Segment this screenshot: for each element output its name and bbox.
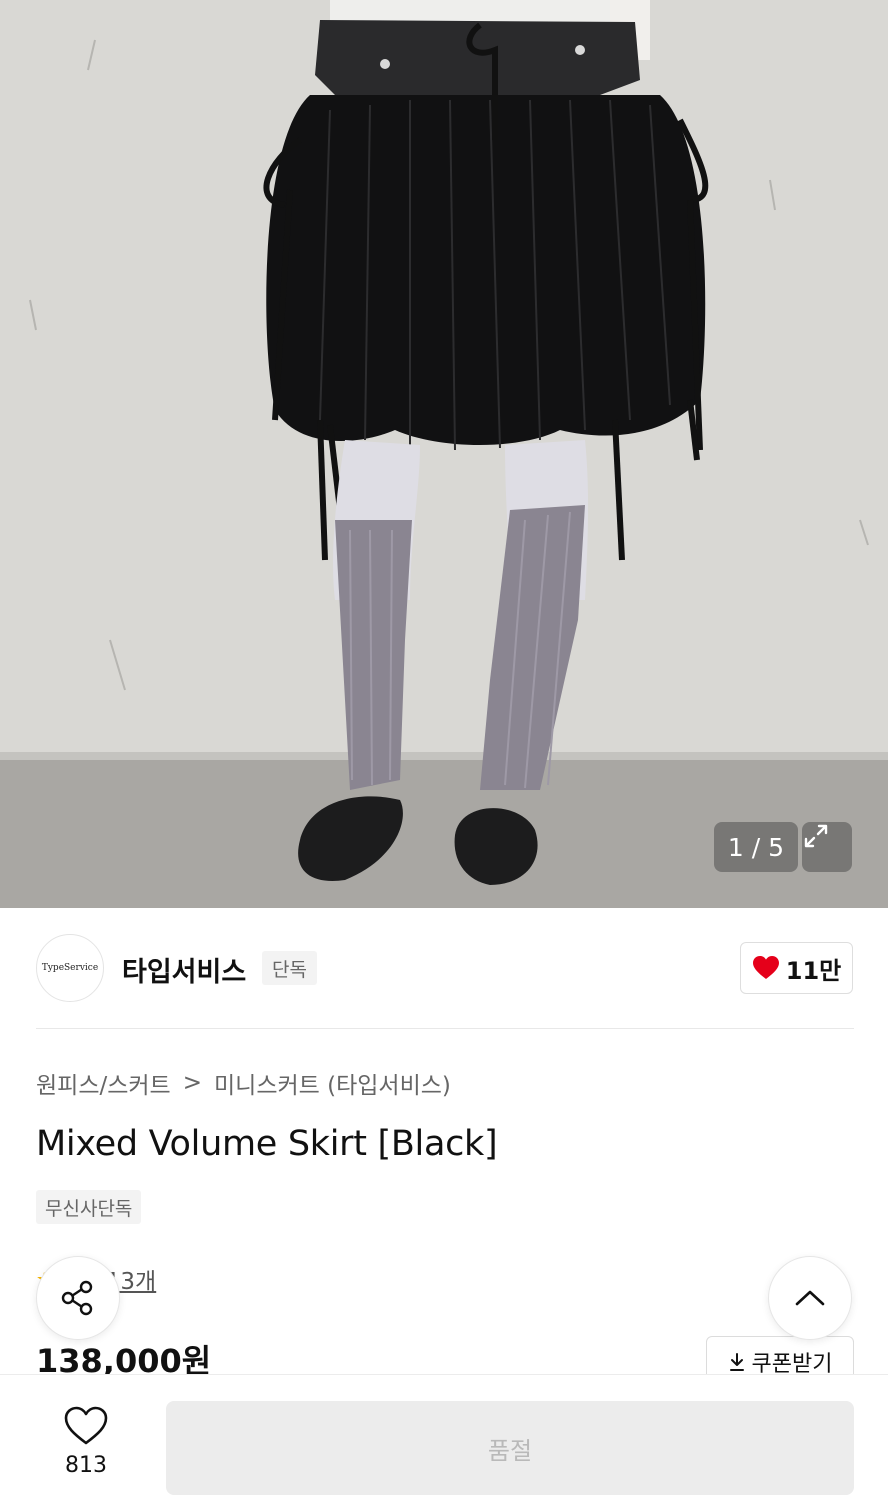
scroll-top-button[interactable] bbox=[768, 1256, 852, 1340]
breadcrumb-subcategory[interactable]: 미니스커트 (타입서비스) bbox=[214, 1066, 451, 1100]
product-image[interactable]: 1 / 5 bbox=[0, 0, 888, 908]
download-icon bbox=[729, 1353, 744, 1371]
exclusive-badge: 단독 bbox=[262, 951, 317, 985]
wishlist-count: 813 bbox=[65, 1453, 107, 1478]
brand-logo[interactable]: TypeService bbox=[36, 934, 104, 1002]
share-icon bbox=[61, 1280, 93, 1316]
expand-icon bbox=[804, 824, 828, 848]
product-photo-illustration bbox=[0, 0, 888, 908]
brand-like-count: 11만 bbox=[785, 956, 842, 985]
image-counter: 1 / 5 bbox=[714, 822, 798, 872]
soldout-button[interactable]: 품절 bbox=[166, 1401, 854, 1495]
brand-name[interactable]: 타입서비스 bbox=[122, 950, 246, 989]
breadcrumb-category[interactable]: 원피스/스커트 bbox=[36, 1066, 171, 1100]
share-button[interactable] bbox=[36, 1256, 120, 1340]
bottom-action-bar: 813 품절 bbox=[0, 1374, 888, 1500]
expand-button[interactable] bbox=[802, 822, 852, 872]
breadcrumb-separator: > bbox=[182, 1070, 202, 1096]
breadcrumb: 원피스/스커트 > 미니스커트 (타입서비스) bbox=[36, 1066, 451, 1100]
wishlist-button[interactable]: 813 bbox=[44, 1405, 128, 1485]
heart-outline-icon bbox=[64, 1406, 108, 1445]
chevron-up-icon bbox=[795, 1290, 825, 1306]
brand-like-button[interactable]: 11만 bbox=[740, 942, 853, 994]
heart-filled-icon bbox=[752, 956, 779, 979]
product-title: Mixed Volume Skirt [Black] bbox=[36, 1124, 498, 1164]
divider bbox=[36, 1028, 854, 1029]
brand-logo-text: TypeService bbox=[41, 963, 99, 973]
musinsa-exclusive-badge: 무신사단독 bbox=[36, 1190, 142, 1224]
